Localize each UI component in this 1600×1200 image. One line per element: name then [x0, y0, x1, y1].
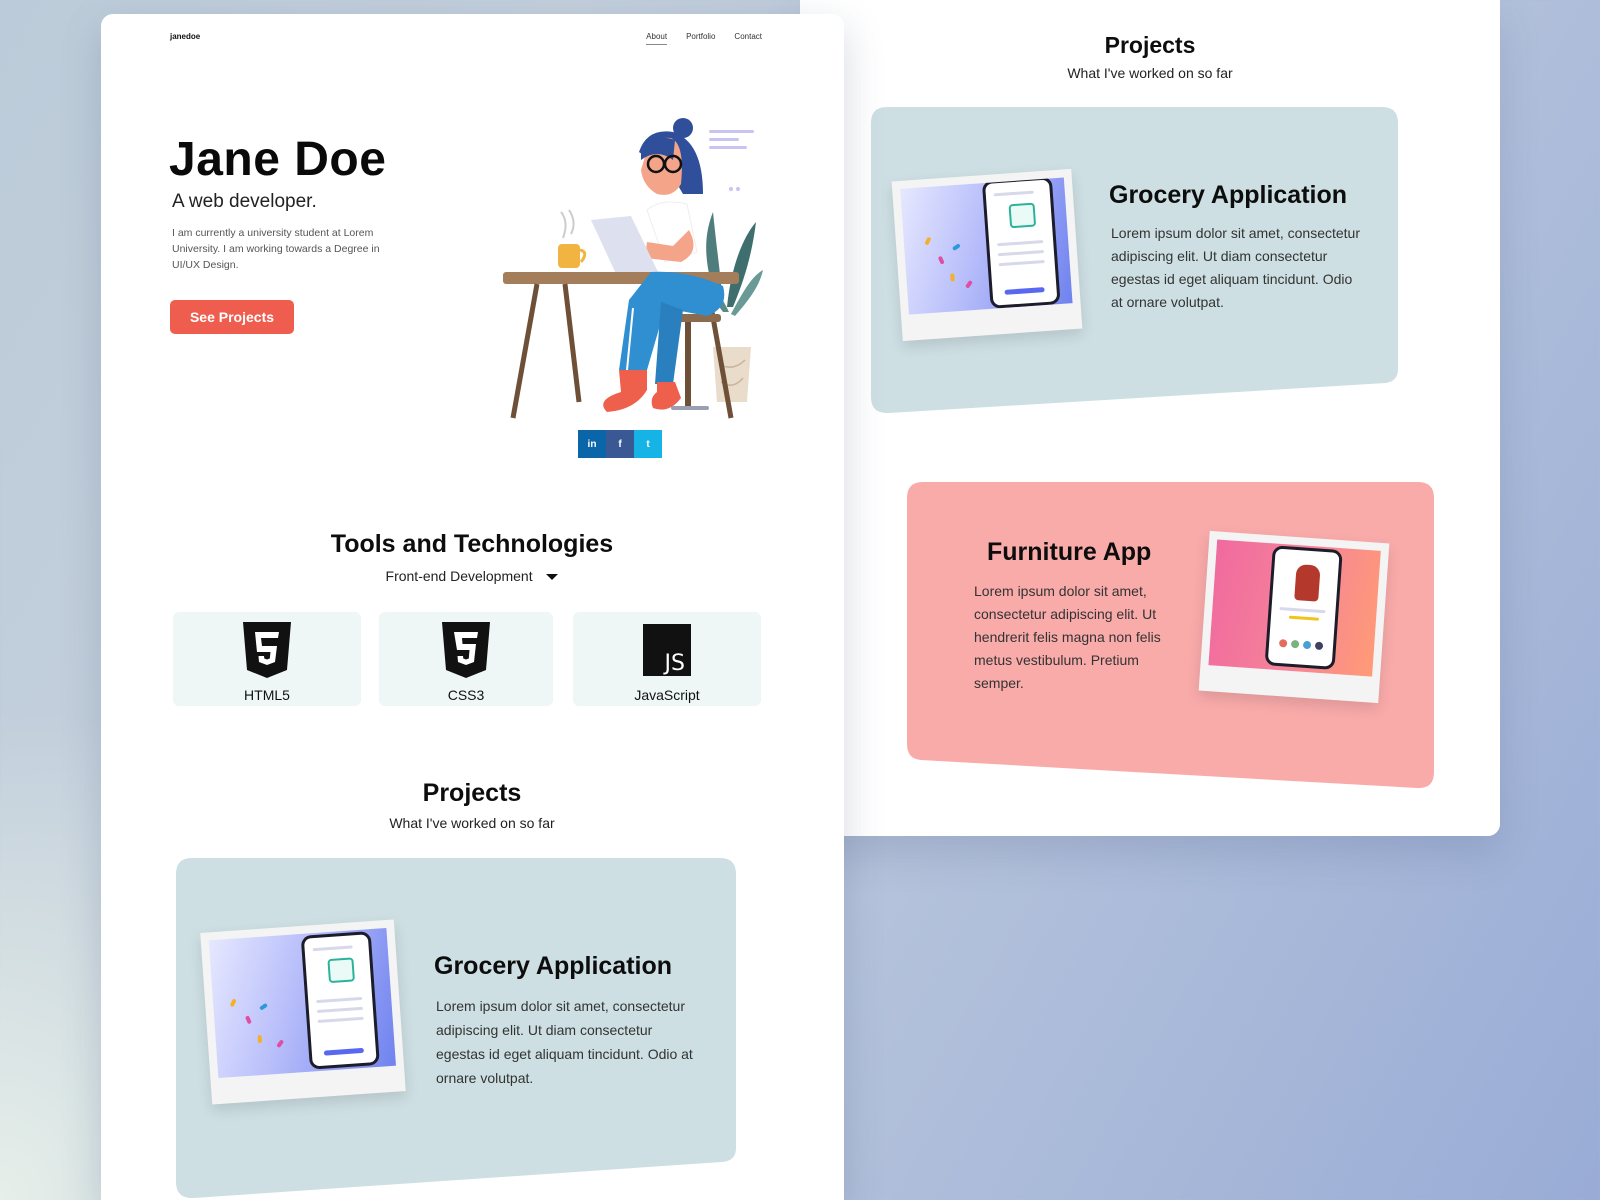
hero-intro: I am currently a university student at L… — [172, 227, 380, 271]
facebook-icon[interactable]: f — [606, 430, 634, 458]
svg-text:JS: JS — [663, 651, 685, 676]
hero-role: A web developer. — [172, 191, 317, 212]
project-card-furniture[interactable]: Furniture App Lorem ipsum dolor sit amet… — [907, 482, 1434, 788]
portfolio-page-projects: Projects What I've worked on so far Groc… — [800, 0, 1500, 836]
tool-card-css3: CSS3 — [379, 612, 553, 706]
tools-filter-label: Front-end Development — [385, 568, 533, 584]
tool-card-html5: HTML5 — [173, 612, 361, 706]
project-screenshot-grocery — [891, 168, 1083, 342]
project-description: Lorem ipsum dolor sit amet, consectetur … — [436, 998, 693, 1086]
project-title: Grocery Application — [434, 952, 673, 980]
portfolio-page-home: janedoe About Portfolio Contact Jane Doe… — [101, 14, 844, 1200]
social-links: in f t — [578, 430, 662, 458]
tools-filter-dropdown[interactable]: Front-end Development — [101, 568, 843, 584]
project-card-grocery[interactable]: Grocery Application Lorem ipsum dolor si… — [176, 858, 736, 1198]
tool-label: HTML5 — [244, 687, 290, 703]
tool-card-javascript: JS JavaScript — [573, 612, 761, 706]
twitter-icon[interactable]: t — [634, 430, 662, 458]
project-screenshot-furniture — [1198, 530, 1390, 704]
hero-name: Jane Doe — [169, 133, 387, 186]
developer-illustration — [503, 118, 763, 419]
project-screenshot-grocery — [200, 919, 406, 1105]
main-nav: About Portfolio Contact — [646, 32, 762, 45]
nav-contact[interactable]: Contact — [734, 32, 762, 41]
project-description: Lorem ipsum dolor sit amet, consectetur … — [1111, 225, 1360, 310]
chevron-down-icon — [546, 574, 559, 581]
nav-about[interactable]: About — [646, 32, 667, 45]
linkedin-icon[interactable]: in — [578, 430, 606, 458]
tool-label: JavaScript — [634, 687, 700, 703]
site-logo[interactable]: janedoe — [170, 32, 200, 41]
see-projects-button[interactable]: See Projects — [170, 300, 294, 334]
project-title: Grocery Application — [1109, 181, 1348, 209]
project-description: Lorem ipsum dolor sit amet, consectetur … — [974, 583, 1161, 691]
project-card-grocery[interactable]: Grocery Application Lorem ipsum dolor si… — [871, 107, 1398, 413]
nav-portfolio[interactable]: Portfolio — [686, 32, 715, 41]
projects-heading: Projects — [1104, 32, 1196, 58]
projects-subheading: What I've worked on so far — [389, 815, 555, 831]
css3-icon — [442, 622, 490, 678]
html5-icon — [243, 622, 291, 678]
projects-subheading: What I've worked on so far — [1067, 65, 1233, 81]
projects-heading: Projects — [422, 779, 522, 807]
project-title: Furniture App — [987, 538, 1152, 566]
tools-heading: Tools and Technologies — [330, 530, 614, 558]
javascript-icon: JS — [643, 624, 691, 676]
tool-label: CSS3 — [447, 687, 485, 703]
